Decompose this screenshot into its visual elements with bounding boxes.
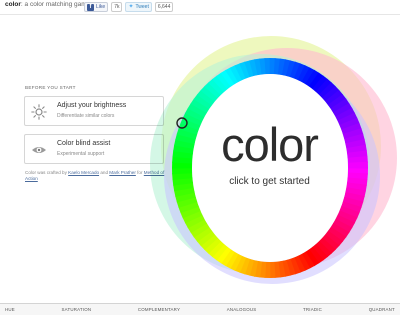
facebook-like-button[interactable]: f Like [84, 2, 109, 12]
mode-saturation[interactable]: SATURATION [62, 307, 92, 312]
mode-bar: HUE SATURATION COMPLEMENTARY ANALOGOUS T… [0, 303, 400, 315]
tweet-count: 6,644 [154, 2, 174, 12]
eye-icon [32, 147, 46, 153]
tweet-button[interactable]: ✦ Tweet [125, 2, 152, 12]
mode-triadic[interactable]: TRIADIC [303, 307, 322, 312]
mode-analogous[interactable]: ANALOGOUS [227, 307, 257, 312]
credits-prefix: Color was crafted by [25, 170, 67, 175]
credit-link-one[interactable]: Kaelo Mercado [68, 170, 99, 175]
top-bar: color: a color matching game f Like 7k ✦… [0, 0, 400, 15]
credit-link-two[interactable]: Mark Prather [109, 170, 136, 175]
mode-complementary[interactable]: COMPLEMENTARY [138, 307, 180, 312]
before-you-start-heading: BEFORE YOU START [25, 85, 76, 90]
facebook-like-label: Like [96, 4, 106, 10]
color-blind-subtitle: Experimental support [57, 151, 105, 157]
brightness-subtitle: Differentiate similar colors [57, 113, 115, 119]
start-button[interactable]: color click to get started [192, 74, 347, 259]
start-prompt: click to get started [229, 176, 310, 187]
brand[interactable]: color: a color matching game [5, 1, 90, 8]
twitter-icon: ✦ [128, 4, 134, 10]
game-title: color [221, 118, 319, 171]
hue-segment[interactable] [172, 167, 193, 175]
facebook-like-count: 7k [111, 2, 123, 12]
credits-and: and [100, 170, 109, 175]
mode-quadrant[interactable]: QUADRANT [369, 307, 395, 312]
brand-name: color [5, 1, 21, 8]
sun-icon [31, 104, 47, 120]
color-blind-title: Color blind assist [57, 140, 111, 147]
brand-tagline: : a color matching game [20, 1, 91, 8]
hue-segment[interactable] [347, 161, 368, 169]
social-buttons: f Like 7k ✦ Tweet 6,644 [84, 2, 174, 12]
tweet-label: Tweet [135, 4, 149, 10]
mode-hue[interactable]: HUE [5, 307, 15, 312]
brightness-title: Adjust your brightness [57, 102, 127, 109]
facebook-icon: f [87, 3, 94, 11]
